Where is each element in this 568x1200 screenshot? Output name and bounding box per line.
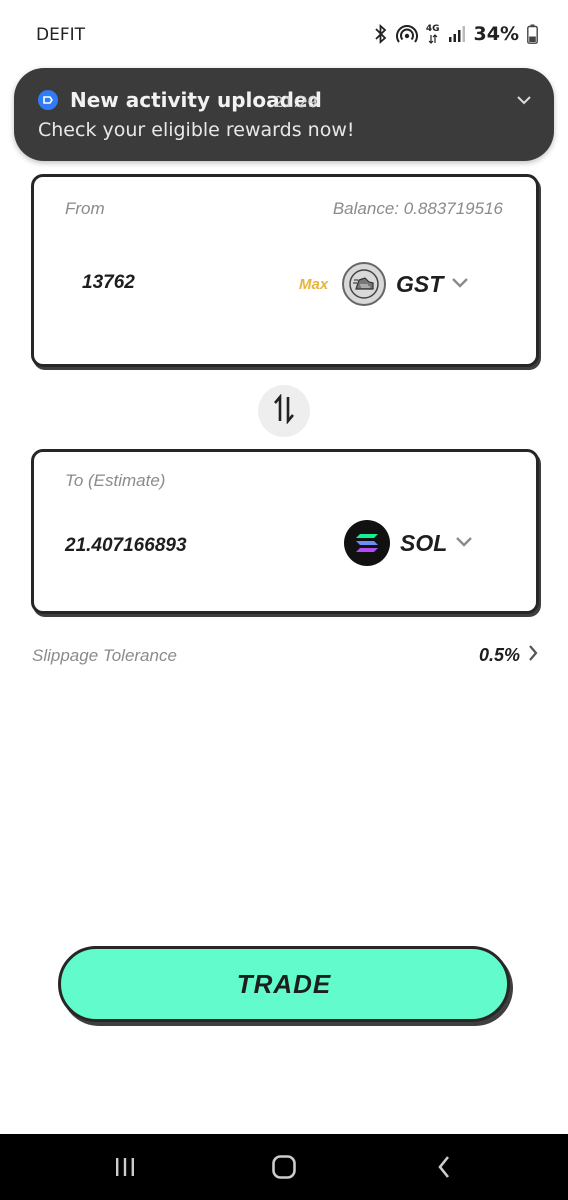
max-button[interactable]: Max [299, 276, 328, 293]
to-card: To (Estimate) 21.407166893 SOL [31, 449, 539, 614]
from-token-symbol: GST [396, 270, 444, 297]
to-amount: 21.407166893 [65, 535, 187, 556]
chevron-down-icon [451, 275, 469, 293]
signal-icon [448, 25, 466, 43]
swap-arrows-icon [273, 392, 295, 429]
from-card: From Balance: 0.883719516 13762 Max GST [31, 174, 539, 367]
network-4g-icon: 4G [426, 24, 440, 44]
hotspot-icon [395, 24, 418, 44]
trade-button[interactable]: TRADE [58, 946, 510, 1022]
recents-icon[interactable] [85, 1134, 165, 1200]
to-label: To (Estimate) [65, 471, 166, 490]
to-token-symbol: SOL [400, 529, 448, 556]
balance-label: Balance: 0.883719516 [332, 199, 503, 218]
home-icon[interactable] [244, 1134, 324, 1200]
slippage-value: 0.5% [478, 645, 520, 665]
chevron-down-icon [455, 534, 473, 552]
to-token-selector[interactable]: SOL [344, 520, 473, 566]
bluetooth-icon [374, 24, 388, 44]
battery-percent: 34% [473, 23, 519, 45]
sol-token-icon [344, 520, 390, 566]
status-app-name: DEFIT [36, 25, 86, 45]
slippage-selector[interactable]: 0.5% [479, 644, 538, 667]
chevron-right-icon [528, 644, 538, 667]
back-icon[interactable] [404, 1134, 484, 1200]
status-icons: 4G 34% [374, 20, 538, 48]
swap-direction-button[interactable] [258, 385, 310, 437]
from-label: From [65, 199, 105, 218]
status-bar: DEFIT 4G 34% [0, 0, 568, 68]
notification-body: Check your eligible rewards now! [38, 119, 355, 141]
chevron-down-icon[interactable] [516, 92, 532, 110]
app-icon [38, 90, 58, 110]
notification-banner[interactable]: New activity uploaded 21:29 Check your e… [14, 68, 554, 161]
from-amount-input[interactable]: 13762 [82, 272, 135, 294]
system-nav-bar [0, 1134, 568, 1200]
slippage-label: Slippage Tolerance [32, 646, 177, 665]
notification-time: 21:29 [274, 93, 318, 111]
gst-token-icon [342, 262, 386, 306]
battery-icon [527, 24, 538, 44]
from-token-selector[interactable]: GST [342, 262, 469, 306]
trade-screen: DEFIT 4G 34% New activity uploaded 21:29… [0, 0, 568, 1200]
